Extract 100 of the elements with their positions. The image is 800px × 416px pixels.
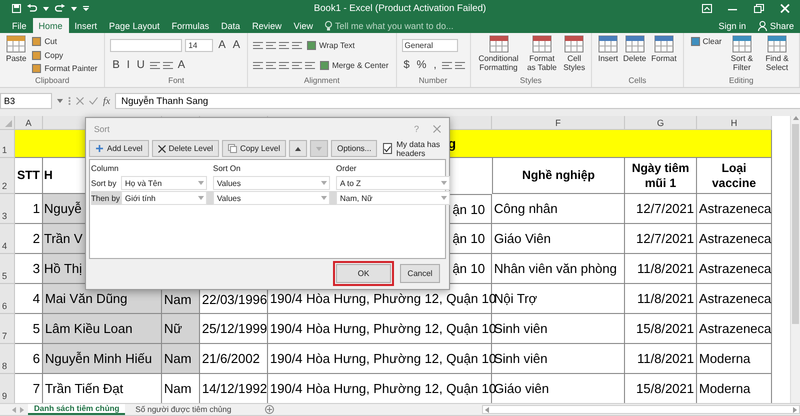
ribbon-button[interactable]: Delete: [622, 35, 648, 76]
lines-icon[interactable]: [305, 60, 316, 70]
restore-icon[interactable]: [754, 4, 764, 13]
ribbon-button[interactable]: Format as Table: [524, 35, 560, 76]
ribbon-button[interactable]: Format Painter: [30, 62, 100, 76]
ribbon-button[interactable]: Conditional Formatting: [476, 35, 522, 76]
toolbar-button[interactable]: Copy Level: [222, 140, 286, 157]
dialog-button[interactable]: Cancel: [400, 264, 440, 283]
dropdown-field[interactable]: General: [402, 38, 458, 52]
lines-icon[interactable]: [150, 60, 160, 70]
undo-icon[interactable]: [27, 4, 37, 13]
row-header[interactable]: 6: [0, 284, 15, 314]
share-button[interactable]: Share: [752, 18, 800, 33]
vertical-scrollbar[interactable]: [790, 116, 800, 403]
toggle-button[interactable]: B: [110, 59, 122, 71]
ribbon-button[interactable]: Sort & Filter: [726, 35, 758, 76]
sign-in-link[interactable]: Sign in: [712, 18, 752, 33]
toggle-button[interactable]: A: [216, 39, 228, 51]
row-header[interactable]: 7: [0, 314, 15, 344]
row-header[interactable]: 9: [0, 374, 15, 403]
column-header[interactable]: F: [492, 116, 625, 130]
formula-field[interactable]: Nguyễn Thanh Sang: [115, 93, 800, 109]
toggle-button[interactable]: A: [176, 59, 188, 71]
ribbon-tab[interactable]: Page Layout: [103, 18, 166, 33]
ribbon-button[interactable]: Copy: [30, 48, 100, 62]
ribbon-tab[interactable]: Insert: [68, 18, 104, 33]
lines-icon[interactable]: [292, 60, 302, 70]
toolbar-button[interactable]: Options...: [331, 140, 378, 157]
lines-icon[interactable]: [454, 60, 464, 70]
toggle-button[interactable]: %: [414, 59, 428, 71]
ribbon-button[interactable]: Wrap Text: [305, 38, 357, 52]
ribbon-tab[interactable]: Review: [246, 18, 288, 33]
lines-icon[interactable]: [162, 60, 173, 70]
dropdown[interactable]: Values: [213, 176, 330, 190]
scroll-up-icon[interactable]: [792, 116, 798, 120]
ribbon-tab[interactable]: Formulas: [166, 18, 216, 33]
toolbar-button[interactable]: Delete Level: [152, 140, 220, 157]
toggle-button[interactable]: A: [230, 39, 242, 51]
column-header[interactable]: A: [15, 116, 43, 130]
ribbon-display-icon[interactable]: [702, 4, 712, 13]
ribbon-button[interactable]: Format: [650, 35, 678, 76]
ribbon-button[interactable]: Find & Select: [760, 35, 794, 76]
horizontal-scrollbar[interactable]: [482, 405, 800, 414]
redo-icon[interactable]: [55, 4, 65, 13]
ribbon-tab[interactable]: File: [6, 18, 33, 33]
previous-sheet-icon[interactable]: [12, 406, 16, 412]
lines-icon[interactable]: [266, 40, 276, 50]
ribbon-tab[interactable]: Data: [215, 18, 246, 33]
toolbar-button[interactable]: Add Level: [89, 140, 149, 157]
dropdown-field[interactable]: 14: [185, 38, 214, 52]
toggle-button[interactable]: ,: [431, 59, 438, 71]
lines-icon[interactable]: [442, 60, 452, 70]
column-header[interactable]: H: [697, 116, 772, 130]
next-sheet-icon[interactable]: [20, 406, 24, 412]
dropdown[interactable]: A to Z: [336, 176, 450, 190]
checkbox-label[interactable]: My data has headers: [396, 140, 444, 158]
ribbon-button[interactable]: Cut: [30, 35, 100, 48]
lines-icon[interactable]: [279, 40, 290, 50]
lines-icon[interactable]: [253, 40, 264, 50]
sheet-tab[interactable]: Danh sách tiêm chủng: [28, 404, 126, 415]
row-header[interactable]: 5: [0, 254, 15, 284]
lines-icon[interactable]: [266, 60, 276, 70]
row-header[interactable]: 2: [0, 158, 15, 194]
row-header[interactable]: 4: [0, 224, 15, 254]
ribbon-button[interactable]: Merge & Center: [318, 58, 391, 72]
row-header[interactable]: 1: [0, 130, 15, 158]
row-header[interactable]: 8: [0, 344, 15, 374]
toggle-button[interactable]: U: [134, 59, 147, 71]
add-sheet-icon[interactable]: [265, 405, 274, 414]
dropdown-field[interactable]: [110, 38, 182, 52]
dropdown[interactable]: Họ và Tên: [121, 176, 207, 190]
scroll-left-icon[interactable]: [485, 406, 489, 412]
ribbon-button[interactable]: Clear: [688, 35, 724, 48]
search-field[interactable]: Tell me what you want to do...: [335, 20, 485, 30]
ribbon-tab[interactable]: View: [288, 18, 319, 33]
save-icon[interactable]: [12, 4, 21, 13]
dropdown[interactable]: Nam, Nữ: [336, 191, 450, 205]
dropdown[interactable]: Values: [213, 191, 330, 205]
dialog-button[interactable]: OK: [336, 264, 391, 283]
ribbon-button[interactable]: Cell Styles: [562, 35, 586, 76]
scroll-right-icon[interactable]: [793, 406, 797, 412]
ribbon-button[interactable]: Paste: [5, 35, 28, 76]
dropdown[interactable]: Giới tính: [121, 191, 207, 205]
cancel-icon[interactable]: [76, 97, 84, 105]
name-box[interactable]: B3: [0, 93, 52, 109]
insert-function-button[interactable]: fx: [103, 96, 110, 106]
ribbon-button[interactable]: Insert: [597, 35, 620, 76]
lines-icon[interactable]: [253, 60, 264, 70]
lines-icon[interactable]: [279, 60, 290, 70]
sheet-tab[interactable]: Số người được tiêm chủng: [129, 404, 238, 415]
toggle-button[interactable]: $: [402, 59, 412, 71]
customize-icon[interactable]: [83, 6, 89, 12]
close-icon[interactable]: [433, 125, 441, 133]
row-header[interactable]: 3: [0, 194, 15, 224]
check-icon[interactable]: [89, 97, 98, 105]
toggle-button[interactable]: I: [124, 59, 132, 71]
move-up-button[interactable]: [289, 140, 308, 157]
ribbon-tab[interactable]: Home: [32, 18, 69, 33]
checkbox[interactable]: [383, 143, 392, 154]
lines-icon[interactable]: [292, 40, 302, 50]
